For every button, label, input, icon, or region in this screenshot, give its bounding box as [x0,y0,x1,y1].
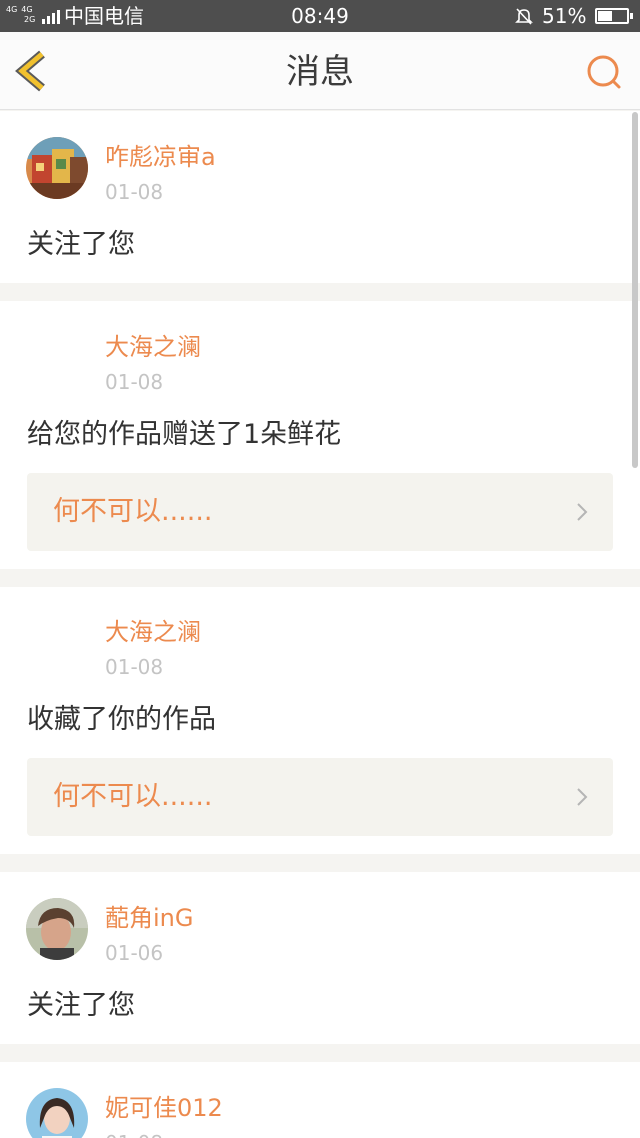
message-date: 01-08 [105,370,164,394]
work-link[interactable]: 何不可以...... [27,758,613,836]
avatar[interactable] [26,137,88,199]
user-name[interactable]: 大海之澜 [105,617,201,647]
mute-bell-icon [515,8,533,25]
battery-level [598,11,613,21]
message-text: 关注了您 [27,990,135,1021]
avatar[interactable] [26,898,88,960]
user-name[interactable]: 大海之澜 [105,332,201,362]
nav-bar: 消息 [0,32,640,110]
scrollbar[interactable] [632,112,638,468]
avatar[interactable] [26,1088,88,1138]
chevron-right-icon [577,788,588,806]
message-text: 给您的作品赠送了1朵鲜花 [27,419,342,450]
message-date: 01-08 [105,655,164,679]
chevron-right-icon [577,503,588,521]
user-name[interactable]: 蓜角inG [105,903,193,933]
battery-percent: 51% [542,4,587,28]
page-title: 消息 [286,52,354,92]
status-bar: 4G 4G 2G 中国电信 08:49 51% [0,0,640,32]
work-link[interactable]: 何不可以...... [27,473,613,551]
message-text: 收藏了你的作品 [27,704,216,735]
battery-icon [595,8,633,24]
message-date: 01-08 [105,180,164,204]
message-text: 关注了您 [27,229,135,260]
message-item[interactable]: 妮可佳012 01-08 [0,1062,640,1138]
search-icon[interactable] [584,52,624,92]
message-item[interactable]: 蓜角inG 01-06 关注了您 [0,872,640,1044]
message-list: 咋彪凉审a 01-08 关注了您 大海之澜 01-08 给您的作品赠送了1朵鲜花… [0,111,640,1138]
user-name[interactable]: 咋彪凉审a [105,142,216,172]
message-date: 01-06 [105,941,164,965]
user-name[interactable]: 妮可佳012 [105,1093,223,1123]
work-title: 何不可以...... [53,781,213,812]
work-title: 何不可以...... [53,496,213,527]
message-date: 01-08 [105,1131,163,1138]
message-item[interactable]: 咋彪凉审a 01-08 关注了您 [0,111,640,283]
message-item[interactable]: 大海之澜 01-08 收藏了你的作品 何不可以...... [0,587,640,854]
message-item[interactable]: 大海之澜 01-08 给您的作品赠送了1朵鲜花 何不可以...... [0,301,640,569]
